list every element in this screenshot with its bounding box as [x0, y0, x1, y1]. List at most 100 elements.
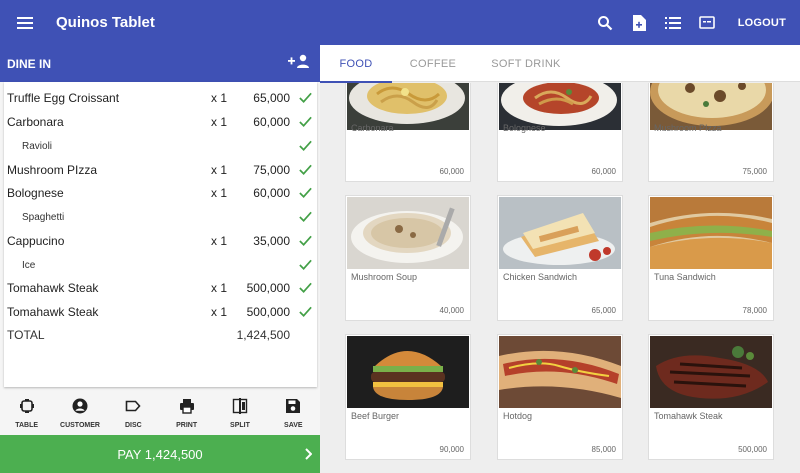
- keyboard-icon[interactable]: [690, 0, 724, 45]
- pay-button[interactable]: PAY 1,424,500: [0, 435, 320, 473]
- menu-item-card[interactable]: Tomahawk Steak 500,000: [648, 334, 774, 460]
- add-person-icon[interactable]: [288, 54, 312, 73]
- customer-button[interactable]: CUSTOMER: [53, 395, 106, 435]
- pasta-image: [499, 83, 621, 150]
- menu-item-card[interactable]: Beef Burger 90,000: [345, 334, 471, 460]
- menu-item-price: 65,000: [591, 306, 616, 315]
- order-item-price: 35,000: [253, 234, 290, 248]
- order-list: Truffle Egg Croissant x 1 65,000 Carbona…: [4, 82, 317, 387]
- menu-item-name: Carbonara: [351, 123, 394, 133]
- save-button[interactable]: SAVE: [267, 395, 320, 435]
- menu-item-name: Tomahawk Steak: [654, 411, 723, 421]
- search-icon[interactable]: [588, 0, 622, 45]
- label-tag-icon: [125, 398, 141, 419]
- hotdog-image: [499, 336, 621, 408]
- order-total-value: 1,424,500: [236, 328, 290, 342]
- order-item-name: Truffle Egg Croissant: [7, 91, 120, 105]
- check-icon: [298, 209, 313, 227]
- order-item-row[interactable]: Mushroom PIzza x 1 75,000: [4, 158, 317, 182]
- burger-image: [347, 336, 469, 408]
- tab-food[interactable]: FOOD: [320, 45, 392, 83]
- order-item-row[interactable]: Bolognese x 1 60,000: [4, 181, 317, 205]
- order-item-price: 500,000: [246, 281, 290, 295]
- steak-image: [650, 336, 772, 408]
- order-item-name: Bolognese: [7, 186, 64, 200]
- menu-item-price: 75,000: [742, 167, 767, 176]
- order-item-row[interactable]: Tomahawk Steak x 1 500,000: [4, 300, 317, 324]
- check-icon: [298, 162, 313, 180]
- order-modifier-name: Ice: [22, 259, 36, 271]
- print-button[interactable]: PRINT: [160, 395, 213, 435]
- note-add-icon[interactable]: [622, 0, 656, 45]
- menu-item-price: 85,000: [591, 445, 616, 454]
- app-title: Quinos Tablet: [56, 14, 155, 31]
- order-item-row[interactable]: Tomahawk Steak x 1 500,000: [4, 276, 317, 300]
- menu-item-price: 78,000: [742, 306, 767, 315]
- save-icon: [285, 398, 301, 419]
- menu-item-card[interactable]: Mushroom Soup 40,000: [345, 195, 471, 321]
- menu-item-card[interactable]: Hotdog 85,000: [497, 334, 623, 460]
- check-icon: [298, 138, 313, 156]
- order-item-qty: x 1: [211, 305, 228, 319]
- list-icon[interactable]: [656, 0, 690, 45]
- order-item-qty: x 1: [211, 91, 228, 105]
- order-item-qty: x 1: [211, 234, 228, 248]
- menu-item-card[interactable]: Chicken Sandwich 65,000: [497, 195, 623, 321]
- tab-food-label: FOOD: [339, 57, 373, 70]
- check-icon: [298, 304, 313, 322]
- menu-item-price: 60,000: [591, 167, 616, 176]
- menu-item-card[interactable]: Mushroom PIzza 75,000: [648, 83, 774, 182]
- chevron-right-icon: [304, 448, 313, 463]
- order-item-row[interactable]: Carbonara x 1 60,000: [4, 110, 317, 134]
- dine-in-label: DINE IN: [7, 56, 52, 71]
- order-modifier-row[interactable]: Ravioli: [4, 134, 317, 158]
- soup-image: [347, 197, 469, 269]
- menu-item-card[interactable]: Carbonara 60,000: [345, 83, 471, 182]
- pasta-image: [347, 83, 469, 150]
- menu-item-price: 90,000: [439, 445, 464, 454]
- split-icon: [232, 398, 248, 419]
- print-label: PRINT: [176, 422, 198, 429]
- tab-coffee[interactable]: COFFEE: [400, 45, 466, 82]
- customer-label: CUSTOMER: [60, 422, 100, 429]
- order-total-label: TOTAL: [7, 328, 45, 342]
- tab-soft-drink-label: SOFT DRINK: [491, 57, 561, 70]
- menu-item-name: Mushroom Soup: [351, 272, 418, 282]
- menu-item-price: 60,000: [439, 167, 464, 176]
- order-modifier-row[interactable]: Ice: [4, 253, 317, 277]
- menu-item-name: Bolognese: [503, 123, 546, 133]
- menu-grid: Carbonara 60,000 Bolognese 60,000 Mushro…: [320, 83, 800, 473]
- order-item-row[interactable]: Cappucino x 1 35,000: [4, 229, 317, 253]
- check-icon: [298, 280, 313, 298]
- check-icon: [298, 257, 313, 275]
- order-modifier-row[interactable]: Spaghetti: [4, 205, 317, 229]
- pizza-image: [650, 83, 772, 150]
- hamburger-icon[interactable]: [0, 0, 50, 45]
- disc-button[interactable]: DISC: [107, 395, 160, 435]
- tab-coffee-label: COFFEE: [409, 57, 457, 70]
- order-item-price: 75,000: [253, 163, 290, 177]
- table-button[interactable]: TABLE: [0, 395, 53, 435]
- table-label: TABLE: [15, 422, 39, 429]
- menu-item-card[interactable]: Tuna Sandwich 78,000: [648, 195, 774, 321]
- menu-item-name: Mushroom PIzza: [654, 123, 722, 133]
- pay-label: PAY 1,424,500: [117, 446, 203, 462]
- check-icon: [298, 185, 313, 203]
- split-button[interactable]: SPLIT: [213, 395, 266, 435]
- order-item-name: Carbonara: [7, 115, 64, 129]
- save-label: SAVE: [284, 422, 303, 429]
- order-item-qty: x 1: [211, 115, 228, 129]
- order-modifier-name: Spaghetti: [22, 211, 65, 223]
- order-total-row: TOTAL 1,424,500: [4, 323, 317, 347]
- logout-button[interactable]: LOGOUT: [738, 17, 786, 29]
- order-panel: DINE IN Truffle Egg Croissant x 1 65,000…: [0, 45, 320, 473]
- menu-item-price: 40,000: [439, 306, 464, 315]
- order-item-name: Cappucino: [7, 234, 65, 248]
- menu-item-name: Tuna Sandwich: [654, 272, 716, 282]
- order-item-row[interactable]: Truffle Egg Croissant x 1 65,000: [4, 86, 317, 110]
- print-icon: [179, 398, 195, 419]
- sandwich-image: [499, 197, 621, 269]
- tab-soft-drink[interactable]: SOFT DRINK: [486, 45, 566, 82]
- menu-item-card[interactable]: Bolognese 60,000: [497, 83, 623, 182]
- sandwich-image: [650, 197, 772, 269]
